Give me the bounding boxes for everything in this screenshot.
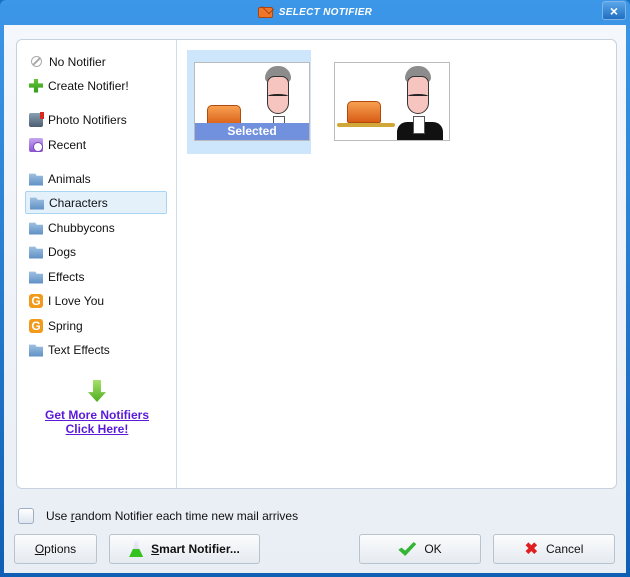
sidebar-item-recent[interactable]: Recent	[25, 133, 167, 156]
sidebar-item-photo-notifiers[interactable]: Photo Notifiers	[25, 108, 167, 131]
recent-icon	[29, 137, 43, 152]
select-notifier-dialog: Select Notifier × No Notifier Create Not…	[0, 0, 630, 577]
get-more-link[interactable]: Get More Notifiers	[17, 408, 177, 422]
butler-figure	[397, 66, 443, 140]
sidebar-item-chubbycons[interactable]: Chubbycons	[25, 216, 167, 239]
notifier-panel: No Notifier Create Notifier! Photo Notif…	[16, 39, 617, 489]
butler-envelope-image: Selected	[194, 62, 310, 141]
sidebar-item-effects[interactable]: Effects	[25, 265, 167, 288]
click-here-link[interactable]: Click Here!	[17, 422, 177, 436]
folder-icon	[29, 173, 43, 186]
random-notifier-label: Use random Notifier each time new mail a…	[46, 509, 299, 523]
checkmark-icon	[398, 542, 417, 556]
title-bar: Select Notifier ×	[0, 0, 630, 25]
sidebar-item-label: Characters	[49, 195, 108, 210]
window-title: Select Notifier	[278, 7, 373, 18]
sidebar-item-no-notifier[interactable]: No Notifier	[25, 50, 167, 73]
sidebar-item-text-effects[interactable]: Text Effects	[25, 338, 167, 361]
sidebar-item-label: Text Effects	[48, 342, 110, 357]
folder-icon	[29, 271, 43, 284]
folder-icon	[30, 197, 44, 210]
envelope-icon	[257, 7, 273, 18]
sidebar-item-label: Dogs	[48, 244, 77, 259]
get-more-notifiers: Get More Notifiers Click Here!	[17, 380, 177, 436]
flask-icon	[129, 541, 144, 557]
sidebar-item-label: Create Notifier!	[48, 78, 129, 93]
sidebar-item-label: Recent	[48, 137, 87, 152]
folder-icon	[29, 344, 43, 357]
sidebar-item-animals[interactable]: Animals	[25, 167, 167, 190]
sidebar-item-create-notifier[interactable]: Create Notifier!	[25, 74, 167, 97]
thumbnail-butler-envelope[interactable]: Selected	[187, 50, 311, 154]
close-button[interactable]: ×	[602, 1, 626, 20]
no-icon	[31, 56, 42, 67]
folder-icon	[29, 246, 43, 259]
tray	[337, 123, 395, 127]
random-notifier-checkbox[interactable]	[18, 508, 34, 524]
dialog-body: No Notifier Create Notifier! Photo Notif…	[4, 25, 626, 573]
cancel-button[interactable]: ✖ Cancel	[493, 534, 615, 564]
download-arrow-icon[interactable]	[88, 380, 106, 402]
sidebar-item-characters[interactable]: Characters	[25, 191, 167, 214]
sidebar-item-label: Photo Notifiers	[48, 112, 127, 127]
sidebar-item-label: Spring	[48, 318, 83, 333]
random-notifier-option[interactable]: Use random Notifier each time new mail a…	[18, 508, 298, 524]
smart-notifier-button[interactable]: Smart Notifier...	[109, 534, 260, 564]
thumbnail-butler-tray[interactable]	[332, 50, 456, 154]
sidebar-item-i-love-you[interactable]: G I Love You	[25, 289, 167, 312]
sidebar-item-label: Effects	[48, 269, 85, 284]
sidebar-item-label: Animals	[48, 171, 91, 186]
category-sidebar: No Notifier Create Notifier! Photo Notif…	[17, 40, 177, 488]
g-icon: G	[29, 293, 43, 308]
sidebar-item-dogs[interactable]: Dogs	[25, 240, 167, 263]
folder-icon	[29, 222, 43, 235]
red-x-icon: ✖	[524, 541, 539, 558]
ok-button[interactable]: OK	[359, 534, 481, 564]
sidebar-item-label: No Notifier	[49, 54, 106, 69]
sidebar-item-label: I Love You	[48, 293, 105, 308]
plus-icon	[29, 78, 43, 93]
options-button[interactable]: Options	[14, 534, 97, 564]
envelope-icon	[347, 101, 381, 123]
photo-icon	[29, 111, 44, 127]
butler-tray-image	[334, 62, 450, 141]
sidebar-item-spring[interactable]: G Spring	[25, 314, 167, 337]
sidebar-item-label: Chubbycons	[48, 220, 115, 235]
g-icon: G	[29, 318, 43, 333]
selected-label: Selected	[195, 123, 309, 140]
